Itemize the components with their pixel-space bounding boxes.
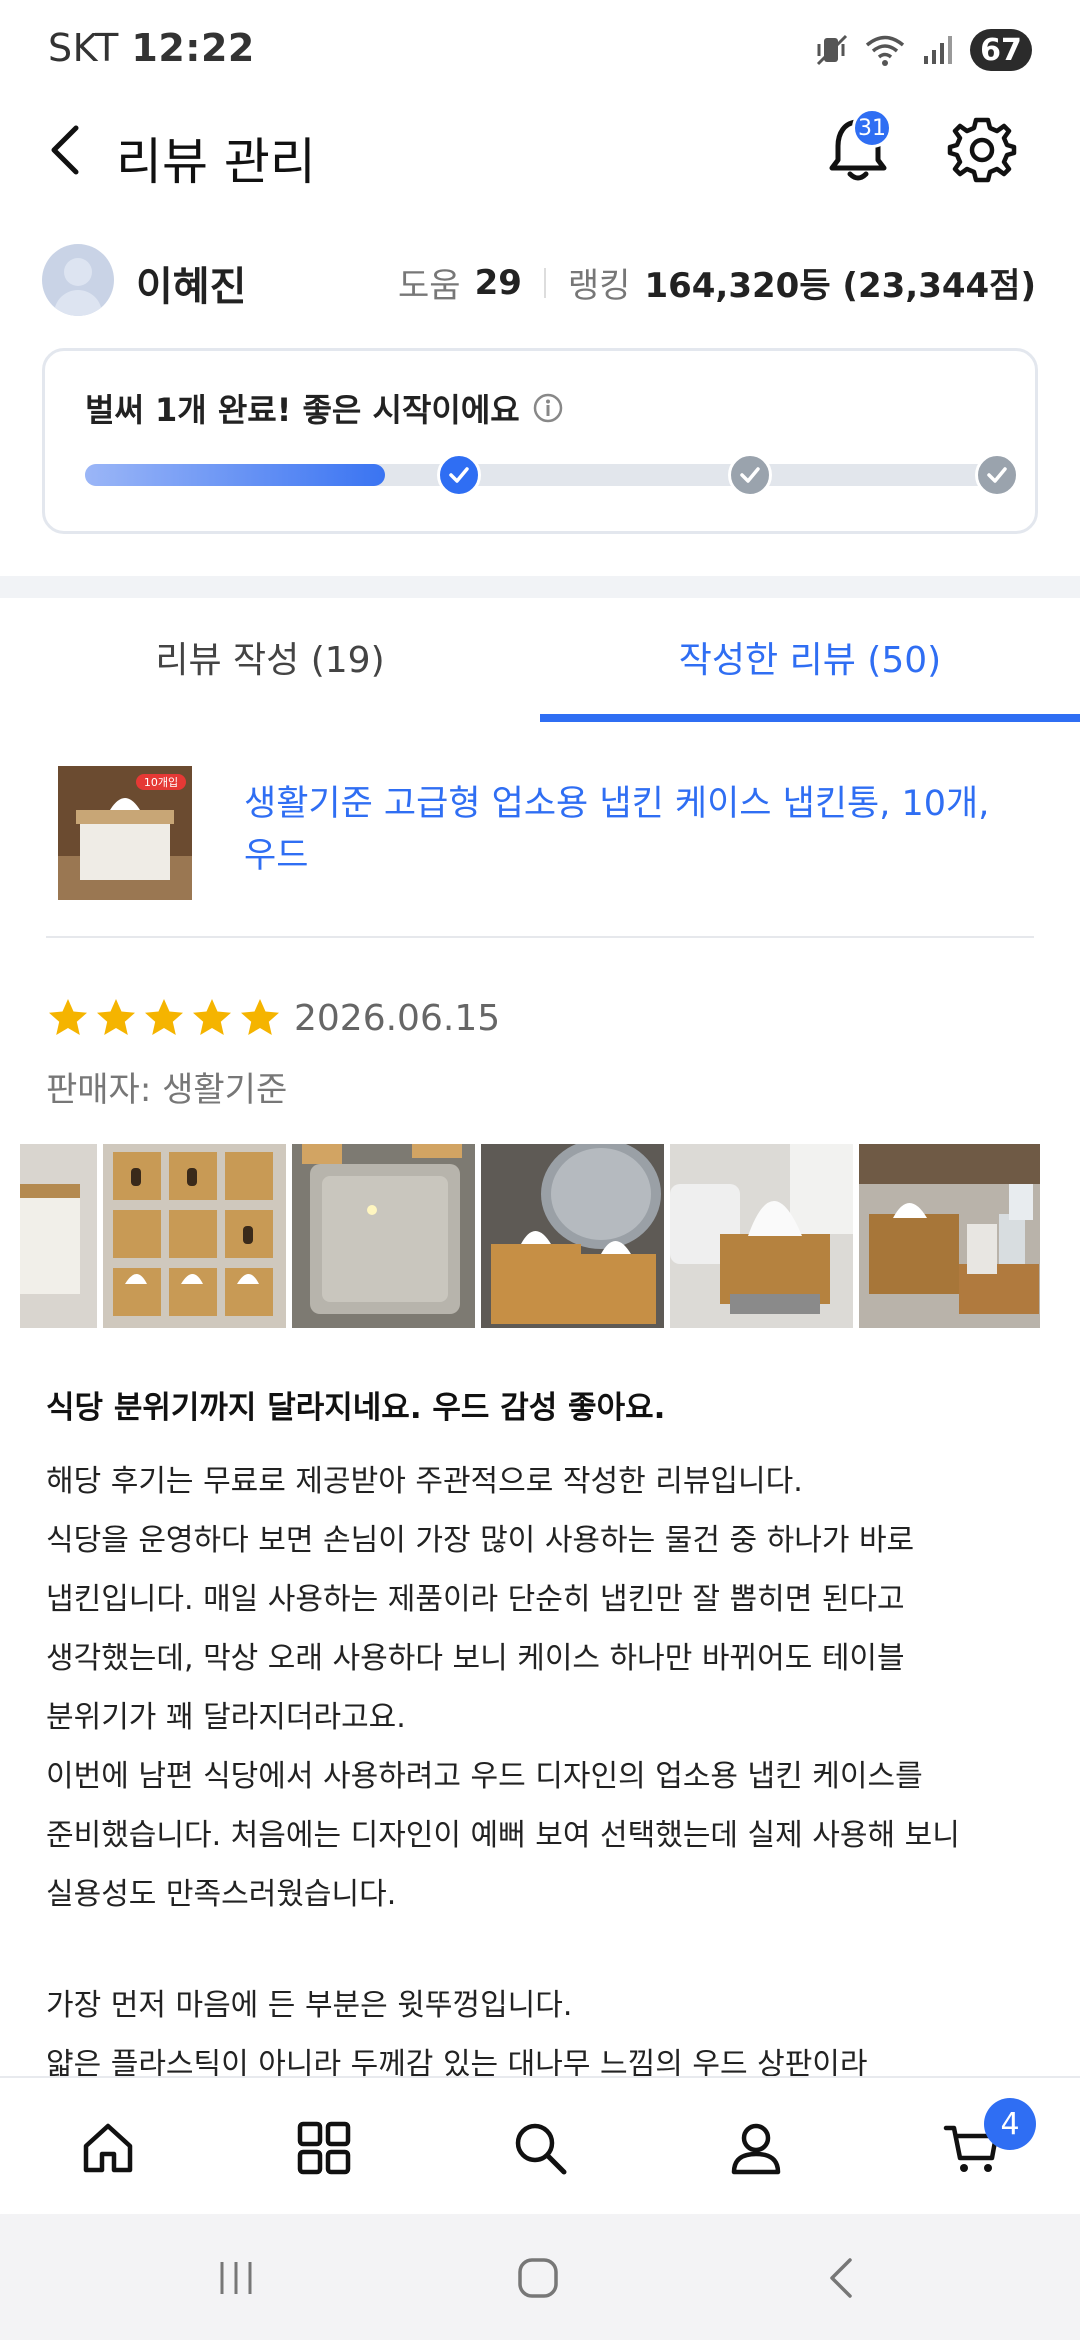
progress-track bbox=[85, 464, 995, 486]
home-icon bbox=[83, 2123, 133, 2173]
review-text-line: 가장 먼저 마음에 든 부분은 윗뚜껑입니다. bbox=[46, 1988, 573, 2023]
stat-divider bbox=[543, 267, 546, 298]
wifi-icon bbox=[865, 35, 905, 66]
progress-fill bbox=[85, 464, 386, 486]
review-photo[interactable] bbox=[859, 1144, 1040, 1328]
review-title: 식당 분위기까지 달라지네요. 우드 감성 좋아요. bbox=[46, 1390, 666, 1426]
app-header: 리뷰 관리 bbox=[0, 100, 1080, 200]
nav-categories[interactable] bbox=[284, 2108, 364, 2188]
gear-icon bbox=[947, 117, 1017, 183]
review-photo[interactable] bbox=[481, 1144, 664, 1328]
review-text-line: 식당을 운영하다 보면 손님이 가장 많이 사용하는 물건 중 하나가 바로 bbox=[46, 1523, 915, 1558]
status-icons: 67 bbox=[814, 28, 1032, 72]
home-system-button[interactable] bbox=[508, 2248, 568, 2308]
progress-step-2 bbox=[728, 453, 772, 497]
tab-written-reviews[interactable]: 작성한 리뷰 (50) bbox=[540, 598, 1080, 724]
product-divider bbox=[46, 936, 1034, 938]
nav-search[interactable] bbox=[500, 2108, 580, 2188]
review-text-line: 냅킨입니다. 매일 사용하는 제품이라 단순히 냅킨만 잘 뽑히면 된다고 bbox=[46, 1582, 905, 1617]
review-text-line: 준비했습니다. 처음에는 디자인이 예뻐 보여 선택했는데 실제 사용해 보니 bbox=[46, 1818, 960, 1853]
review-body: 해당 후기는 무료로 제공받아 주관적으로 작성한 리뷰입니다. 식당을 운영하다… bbox=[46, 1456, 1046, 2098]
review-progress-card: 벌써 1개 완료! 좋은 시작이에요 bbox=[42, 348, 1038, 534]
thumb-tag-label: 10개입 bbox=[144, 776, 178, 789]
napkin-box-image: 10개입 bbox=[58, 766, 192, 900]
review-date: 2026.06.15 bbox=[294, 998, 501, 1039]
tab-write-review[interactable]: 리뷰 작성 (19) bbox=[0, 598, 540, 724]
battery-icon: 67 bbox=[970, 29, 1032, 71]
star-icon bbox=[97, 999, 135, 1035]
recent-apps-button[interactable] bbox=[206, 2248, 266, 2308]
review-text-line: 생각했는데, 막상 오래 사용하다 보니 케이스 하나만 바뀌어도 테이블 bbox=[46, 1641, 905, 1676]
signal-icon bbox=[924, 36, 952, 64]
status-bar: SKT 12:22 67 bbox=[0, 0, 1080, 100]
progress-title-text: 벌써 1개 완료! 좋은 시작이에요 bbox=[85, 391, 520, 429]
review-photo[interactable] bbox=[20, 1144, 97, 1328]
help-value: 29 bbox=[474, 262, 522, 303]
review-photo[interactable] bbox=[670, 1144, 853, 1328]
system-navigation-bar bbox=[0, 2214, 1080, 2340]
settings-button[interactable] bbox=[946, 114, 1018, 186]
nav-my-page[interactable] bbox=[716, 2108, 796, 2188]
clock: 12:22 bbox=[131, 26, 255, 70]
check-icon bbox=[987, 467, 1007, 483]
search-icon bbox=[515, 2123, 567, 2175]
avatar[interactable] bbox=[42, 244, 114, 316]
ranking-value: 164,320등 (23,344점) bbox=[644, 266, 1036, 306]
status-time: SKT 12:22 bbox=[48, 26, 255, 70]
review-tabs: 리뷰 작성 (19) 작성한 리뷰 (50) bbox=[0, 598, 1080, 724]
review-photo[interactable] bbox=[292, 1144, 475, 1328]
progress-title: 벌써 1개 완료! 좋은 시작이에요 bbox=[85, 385, 564, 431]
cart-count-badge: 4 bbox=[984, 2098, 1036, 2150]
back-arrow-icon bbox=[830, 2258, 852, 2298]
star-icon bbox=[145, 999, 183, 1035]
review-text-line: 실용성도 만족스러웠습니다. bbox=[46, 1877, 397, 1912]
carrier-label: SKT bbox=[48, 26, 119, 70]
profile-stats: 도움 29 랭킹 164,320등 (23,344점) bbox=[398, 258, 1036, 307]
product-name-link[interactable]: 생활기준 고급형 업소용 냅킨 케이스 냅킨통, 10개, 우드 bbox=[244, 778, 1024, 882]
back-system-button[interactable] bbox=[812, 2248, 872, 2308]
progress-step-1 bbox=[437, 453, 481, 497]
home-square-icon bbox=[518, 2258, 558, 2298]
help-label: 도움 bbox=[398, 266, 461, 306]
review-photo[interactable] bbox=[103, 1144, 286, 1328]
seller-name: 판매자: 생활기준 bbox=[46, 1070, 288, 1110]
review-text-line: 분위기가 꽤 달라지더라고요. bbox=[46, 1700, 406, 1735]
avatar-body-shape bbox=[54, 290, 102, 316]
star-icon bbox=[241, 999, 279, 1035]
nav-home[interactable] bbox=[68, 2108, 148, 2188]
active-tab-indicator bbox=[540, 714, 1080, 722]
star-icon bbox=[49, 999, 87, 1035]
check-icon bbox=[740, 467, 760, 483]
review-photos bbox=[20, 1144, 1040, 1328]
review-text-line bbox=[46, 1928, 1046, 1980]
section-divider bbox=[0, 576, 1080, 598]
ranking-label: 랭킹 bbox=[567, 266, 631, 306]
star-icon bbox=[193, 999, 231, 1035]
avatar-head-shape bbox=[64, 258, 92, 286]
chevron-left-icon bbox=[51, 125, 79, 175]
profile-icon bbox=[731, 2123, 781, 2175]
mute-vibrate-icon bbox=[816, 34, 848, 66]
profile-row: 이혜진 도움 29 랭킹 164,320등 (23,344점) bbox=[0, 240, 1080, 320]
recent-apps-icon bbox=[220, 2262, 252, 2294]
bottom-navigation bbox=[0, 2076, 1080, 2214]
progress-step-3 bbox=[975, 453, 1019, 497]
page-title: 리뷰 관리 bbox=[116, 133, 316, 191]
notification-count-badge: 31 bbox=[852, 108, 892, 148]
product-row[interactable]: 10개입 생활기준 고급형 업소용 냅킨 케이스 냅킨통, 10개, 우드 bbox=[0, 752, 1080, 942]
back-button[interactable] bbox=[36, 120, 96, 180]
user-name: 이혜진 bbox=[136, 264, 247, 310]
product-thumbnail[interactable]: 10개입 bbox=[58, 766, 192, 900]
check-icon bbox=[449, 467, 469, 483]
review-text-line: 해당 후기는 무료로 제공받아 주관적으로 작성한 리뷰입니다. bbox=[46, 1464, 803, 1499]
review-text-line: 이번에 남편 식당에서 사용하려고 우드 디자인의 업소용 냅킨 케이스를 bbox=[46, 1759, 923, 1794]
info-icon[interactable] bbox=[532, 392, 564, 424]
categories-icon bbox=[297, 2121, 351, 2175]
star-rating bbox=[46, 996, 282, 1040]
